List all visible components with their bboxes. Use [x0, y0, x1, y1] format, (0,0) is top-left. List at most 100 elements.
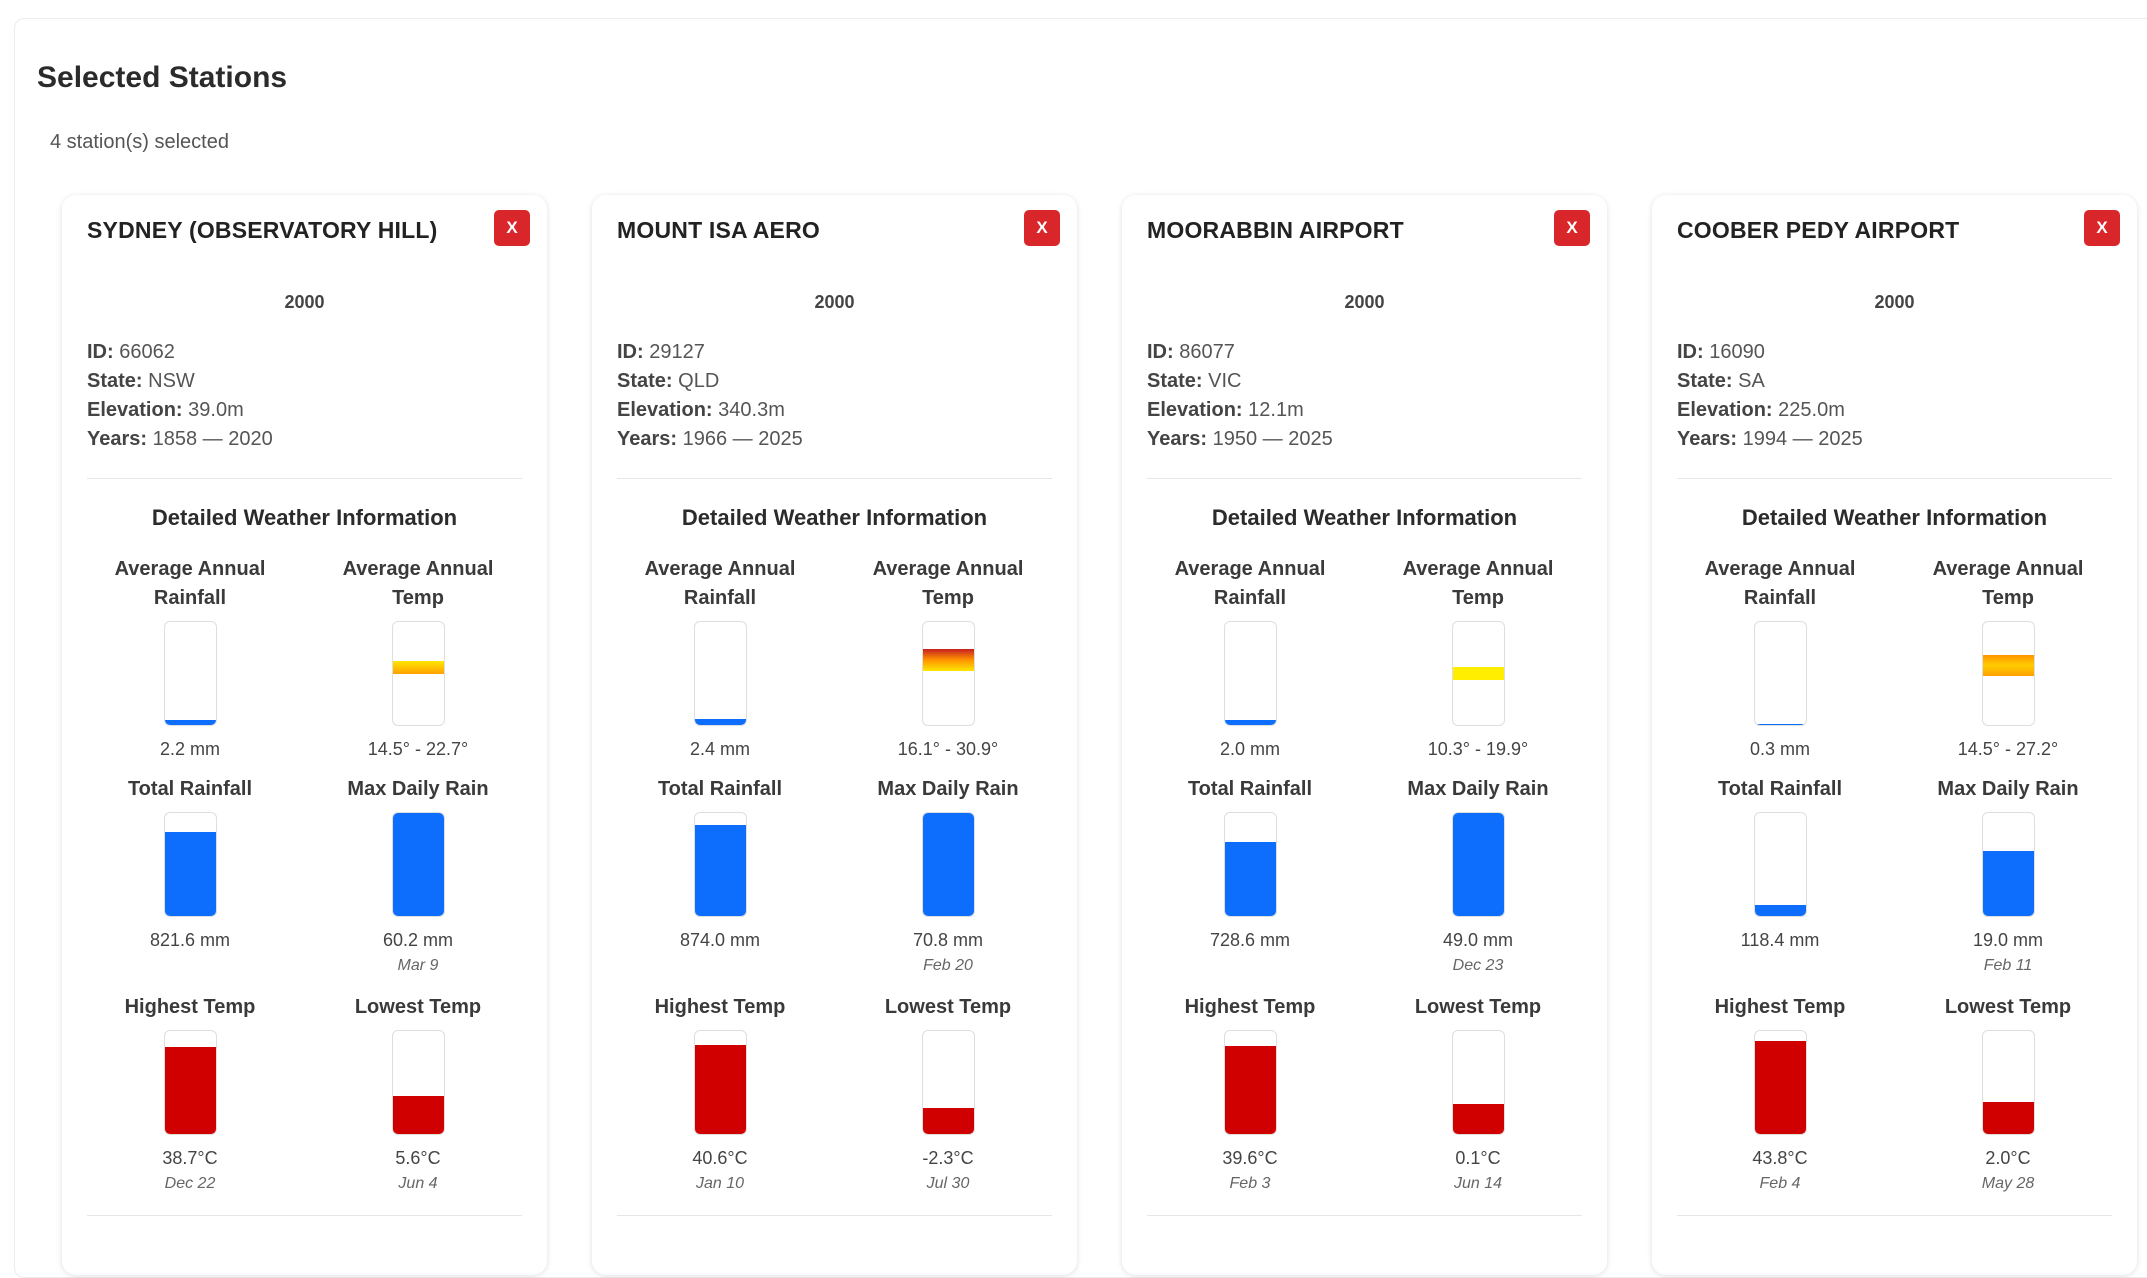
- remove-station-button[interactable]: X: [1024, 210, 1060, 246]
- id-label: ID:: [87, 341, 114, 363]
- metric-label: Highest Temp: [124, 996, 256, 1018]
- station-years-row: Years: 1966 — 2025: [617, 425, 803, 454]
- state-label: State:: [617, 370, 673, 392]
- station-id-row: ID: 86077: [1147, 338, 1333, 367]
- remove-station-button[interactable]: X: [494, 210, 530, 246]
- avg-annual-rainfall-metric: Average Annual Rainfall 2.0 mm: [1140, 555, 1360, 759]
- metric-label: Highest Temp: [1714, 996, 1846, 1018]
- metric-value: 49.0 mm: [1442, 930, 1514, 950]
- station-name: SYDNEY (OBSERVATORY HILL): [87, 217, 438, 243]
- temp-range-band: [393, 661, 444, 674]
- metric-value: 70.8 mm: [912, 930, 984, 950]
- metric-value: 14.5° - 22.7°: [367, 739, 469, 759]
- station-years: 1994 — 2025: [1742, 428, 1863, 450]
- id-label: ID:: [1147, 341, 1174, 363]
- metric-label: Average Annual Rainfall: [1174, 558, 1326, 609]
- gauge-fill: [1755, 904, 1806, 916]
- max-daily-rain-metric: Max Daily Rain 49.0 mm Dec 23: [1368, 775, 1588, 974]
- metric-label: Max Daily Rain: [1937, 778, 2079, 800]
- lowest-temp-gauge: [1452, 1030, 1505, 1135]
- avg-temp-gauge: [922, 621, 975, 726]
- station-state-row: State: NSW: [87, 367, 273, 396]
- metric-date: Feb 11: [1983, 957, 2033, 974]
- metric-label: Lowest Temp: [1944, 996, 2072, 1018]
- station-count: 4 station(s) selected: [50, 131, 229, 153]
- metric-date: Jul 30: [926, 1175, 970, 1192]
- divider: [1147, 1215, 1582, 1216]
- metric-label: Max Daily Rain: [347, 778, 489, 800]
- metric-label: Highest Temp: [1184, 996, 1316, 1018]
- panel-title: Selected Stations: [37, 61, 288, 94]
- metric-date: Mar 9: [397, 957, 439, 974]
- max-daily-rain-gauge: [1452, 812, 1505, 917]
- divider: [617, 478, 1052, 479]
- station-state: VIC: [1208, 370, 1242, 392]
- station-years: 1966 — 2025: [682, 428, 803, 450]
- station-years-row: Years: 1950 — 2025: [1147, 425, 1333, 454]
- station-info: ID: 66062 State: NSW Elevation: 39.0m Ye…: [87, 338, 273, 454]
- remove-station-button[interactable]: X: [1554, 210, 1590, 246]
- gauge-fill: [165, 1047, 216, 1134]
- total-rainfall-metric: Total Rainfall 821.6 mm: [80, 775, 300, 950]
- metric-date: Feb 3: [1229, 1175, 1271, 1192]
- highest-temp-gauge: [1754, 1030, 1807, 1135]
- divider: [87, 478, 522, 479]
- metric-value: 821.6 mm: [149, 930, 231, 950]
- metric-label: Total Rainfall: [1187, 778, 1313, 800]
- total-rainfall-gauge: [164, 812, 217, 917]
- total-rainfall-metric: Total Rainfall 728.6 mm: [1140, 775, 1360, 950]
- avg-temp-gauge: [392, 621, 445, 726]
- total-rainfall-gauge: [1754, 812, 1807, 917]
- station-name: COOBER PEDY AIRPORT: [1677, 217, 1960, 243]
- metric-label: Max Daily Rain: [1407, 778, 1549, 800]
- station-id: 16090: [1709, 341, 1765, 363]
- divider: [617, 1215, 1052, 1216]
- elevation-label: Elevation:: [1677, 399, 1773, 421]
- station-state: SA: [1738, 370, 1765, 392]
- avg-annual-rainfall-metric: Average Annual Rainfall 2.4 mm: [610, 555, 830, 759]
- metric-value: 43.8°C: [1752, 1148, 1808, 1168]
- remove-station-button[interactable]: X: [2084, 210, 2120, 246]
- station-elevation: 225.0m: [1778, 399, 1845, 421]
- temp-range-band: [923, 648, 974, 672]
- station-years: 1858 — 2020: [152, 428, 273, 450]
- metric-label: Total Rainfall: [1717, 778, 1843, 800]
- selected-year: 2000: [1874, 292, 1915, 312]
- avg-rainfall-gauge: [1224, 621, 1277, 726]
- highest-temp-metric: Highest Temp 43.8°C Feb 4: [1670, 993, 1890, 1192]
- metric-label: Max Daily Rain: [877, 778, 1019, 800]
- gauge-fill: [1755, 1041, 1806, 1134]
- years-label: Years:: [1677, 428, 1738, 450]
- lowest-temp-metric: Lowest Temp 0.1°C Jun 14: [1368, 993, 1588, 1192]
- max-daily-rain-gauge: [392, 812, 445, 917]
- station-elevation: 39.0m: [188, 399, 244, 421]
- station-state: QLD: [678, 370, 720, 392]
- gauge-fill: [695, 1045, 746, 1134]
- avg-annual-temp-metric: Average Annual Temp 16.1° - 30.9°: [838, 555, 1058, 759]
- station-card: MOUNT ISA AERO X 2000 ID: 29127 State: Q…: [592, 195, 1077, 1275]
- metric-value: 38.7°C: [162, 1148, 218, 1168]
- station-id: 29127: [649, 341, 705, 363]
- metric-label: Average Annual Temp: [872, 558, 1024, 609]
- metric-date: Feb 4: [1759, 1175, 1801, 1192]
- divider: [1677, 1215, 2112, 1216]
- gauge-fill: [923, 813, 974, 916]
- avg-temp-gauge: [1982, 621, 2035, 726]
- years-label: Years:: [87, 428, 148, 450]
- total-rainfall-gauge: [1224, 812, 1277, 917]
- station-info: ID: 16090 State: SA Elevation: 225.0m Ye…: [1677, 338, 1863, 454]
- gauge-fill: [1755, 723, 1806, 725]
- metric-value: 14.5° - 27.2°: [1957, 739, 2059, 759]
- metric-value: 5.6°C: [395, 1148, 441, 1168]
- metric-date: Jun 4: [398, 1175, 438, 1192]
- station-elevation-row: Elevation: 340.3m: [617, 396, 803, 425]
- metric-value: 0.3 mm: [1749, 739, 1810, 759]
- station-id-row: ID: 66062: [87, 338, 273, 367]
- metric-label: Total Rainfall: [127, 778, 253, 800]
- selected-year: 2000: [814, 292, 855, 312]
- highest-temp-gauge: [164, 1030, 217, 1135]
- station-years: 1950 — 2025: [1212, 428, 1333, 450]
- lowest-temp-metric: Lowest Temp -2.3°C Jul 30: [838, 993, 1058, 1192]
- lowest-temp-gauge: [1982, 1030, 2035, 1135]
- metric-label: Lowest Temp: [1414, 996, 1542, 1018]
